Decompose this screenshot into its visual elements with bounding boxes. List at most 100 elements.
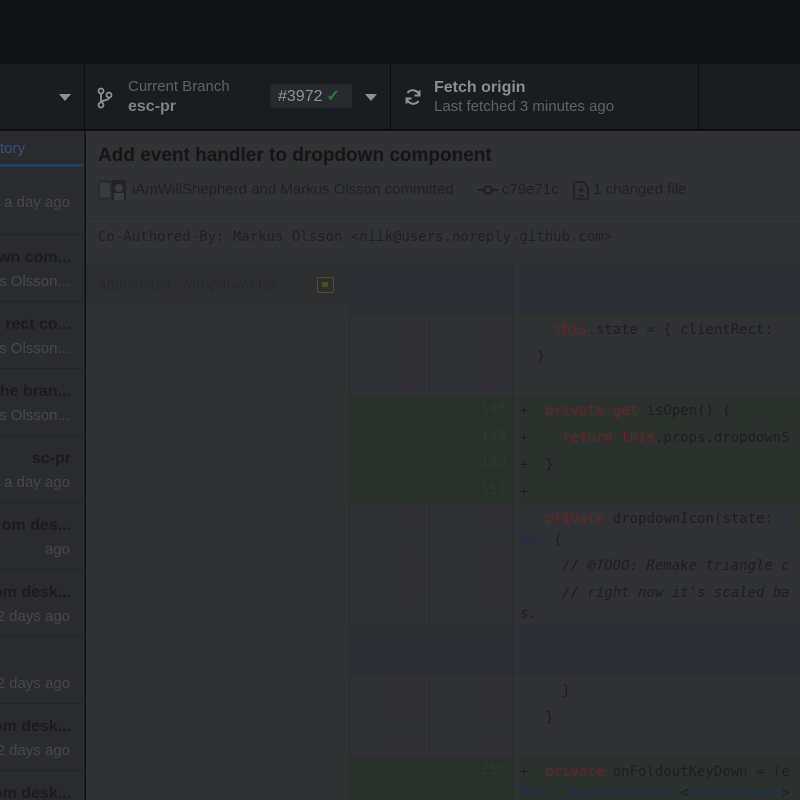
diff-line[interactable]: 150 154 // right now it's scaled ba s. (350, 578, 800, 625)
commit-summary: wn com... (0, 249, 71, 266)
commit-list-item[interactable]: wn com... s Olsson... (0, 235, 84, 302)
new-line-number: 153 (430, 551, 513, 578)
diff-line-code: + return this.props.dropdownS (520, 430, 790, 446)
commit-summary: om des... (1, 517, 71, 534)
file-diff-icon (573, 181, 589, 200)
changed-file-item[interactable]: app/src/ui/t.../dropdown.tsx (86, 265, 350, 303)
avatar (98, 180, 126, 200)
repository-selector[interactable] (0, 64, 85, 130)
diff-line-added[interactable]: 150 + } (350, 450, 800, 477)
commit-list-item[interactable]: a day ago (0, 168, 84, 235)
diff-line-code: } (520, 683, 571, 699)
commit-summary: om desk... (0, 584, 71, 601)
changed-files-count: 1 changed file (593, 181, 687, 198)
git-branch-icon (97, 87, 113, 109)
old-line-number: 146 (350, 342, 430, 369)
new-line-number (430, 264, 513, 315)
commit-list-item[interactable]: om des... ago (0, 503, 84, 570)
new-line-number (430, 625, 513, 676)
file-modified-icon (317, 277, 334, 293)
diff-line-code: } (520, 349, 546, 365)
sync-icon (405, 89, 421, 105)
commit-title: Add event handler to dropdown component (98, 145, 492, 166)
new-line-number: 256 (430, 757, 513, 800)
new-line-number: 150 (430, 450, 513, 477)
new-line-number: 151 (430, 477, 513, 504)
commit-meta: 2 days ago (0, 742, 70, 759)
diff-line-code: + } (520, 457, 554, 473)
old-line-number: 148 (350, 504, 430, 551)
diff-line-code (513, 369, 800, 396)
diff-line-code: // @TODO: Remake triangle c (520, 558, 790, 574)
old-line-number: 150 (350, 578, 430, 625)
tab-selected-indicator (0, 164, 83, 167)
commit-list-item[interactable]: 2 days ago (0, 637, 84, 704)
commit-summary: om desk... (0, 718, 71, 735)
diff-hunk-header[interactable]: @@ -145,6 +145,10 @@ export clas React.C… (350, 264, 800, 315)
diff-line-added[interactable]: 149 + return this.props.dropdownS (350, 423, 800, 450)
new-line-number: 254 (430, 703, 513, 730)
commit-meta: a day ago (4, 194, 70, 211)
commit-detail: Add event handler to dropdown component … (86, 131, 800, 800)
last-fetched-text: Last fetched 3 minutes ago (434, 98, 615, 115)
diff-line-code: + private onFoldoutKeyDown = (e React.Ke… (520, 764, 790, 800)
commit-list-item[interactable]: om desk... 2 days ago (0, 704, 84, 771)
commit-meta: 2 days ago (0, 608, 70, 625)
commit-summary: sc-pr (31, 450, 71, 467)
commit-list-item[interactable]: om desk... 2 days ago (0, 570, 84, 637)
diff-line[interactable]: 146 146 } (350, 342, 800, 369)
diff-line-code: // right now it's scaled ba s. (520, 585, 790, 622)
new-line-number: 152 (430, 504, 513, 551)
commit-sha[interactable]: c79e71c (502, 181, 559, 198)
diff-line-code: private dropdownIcon(state: D bol { (520, 511, 790, 548)
pull-request-badge[interactable]: #3972 ✓ (270, 84, 352, 108)
commit-meta: 2 days ago (0, 675, 70, 692)
diff-hunk-header[interactable]: @@ -249,6 +253,13 @@ export clas React.C… (350, 625, 800, 676)
fetch-origin-button[interactable]: Fetch origin Last fetched 3 minutes ago (391, 64, 699, 130)
commit-summary: rect co... (5, 316, 71, 333)
diff-line-added[interactable]: 148 + private get isOpen() { (350, 396, 800, 423)
commit-list-item[interactable]: om desk... (0, 771, 84, 800)
diff-line-code: + private get isOpen() { (520, 403, 731, 419)
changed-file-list: app/src/ui/t.../dropdown.tsx (86, 264, 350, 800)
tab-history-label: tory (0, 140, 26, 157)
diff-line[interactable]: 145 145 this.state = { clientRect: (350, 315, 800, 342)
current-branch-name: esc-pr (128, 98, 177, 115)
fetch-origin-title: Fetch origin (434, 79, 526, 96)
commit-list: a day ago wn com... s Olsson... rect co.… (0, 168, 84, 800)
new-line-number: 145 (430, 315, 513, 342)
commit-meta-row: iAmWillShepherd and Markus Olsson commit… (98, 179, 800, 201)
diff-line-code: + (520, 484, 529, 500)
diff-line[interactable]: 249 253 } (350, 676, 800, 703)
chevron-down-icon (59, 94, 71, 101)
diff-view: @@ -145,6 +145,10 @@ export clas React.C… (350, 264, 800, 800)
chevron-down-icon (365, 94, 377, 101)
new-line-number: 154 (430, 578, 513, 625)
diff-line-added[interactable]: 256 + private onFoldoutKeyDown = (e Reac… (350, 757, 800, 800)
new-line-number: 148 (430, 396, 513, 423)
pr-number: #3972 (278, 88, 323, 105)
diff-line-added[interactable]: 151 + (350, 477, 800, 504)
diff-line[interactable]: 147 147 (350, 369, 800, 396)
commit-list-item[interactable]: sc-pr a day ago (0, 436, 84, 503)
commit-summary: om desk... (0, 785, 71, 800)
window-titlebar (0, 0, 800, 64)
commit-authors: iAmWillShepherd and Markus Olsson commit… (132, 181, 454, 198)
diff-line[interactable]: 251 255 (350, 730, 800, 757)
tab-history[interactable]: tory (0, 131, 84, 167)
old-line-number: 249 (350, 676, 430, 703)
file-path: app/src/ui/t.../dropdown.tsx (98, 276, 278, 293)
history-sidebar: tory a day ago wn com... s Olsson... rec… (0, 131, 85, 800)
commit-meta: a day ago (4, 474, 70, 491)
commit-list-item[interactable]: he bran... s Olsson... (0, 369, 84, 436)
diff-line[interactable]: 149 153 // @TODO: Remake triangle c (350, 551, 800, 578)
divider (86, 218, 800, 219)
diff-line[interactable]: 148 152 private dropdownIcon(state: D bo… (350, 504, 800, 551)
diff-line-code: } (520, 710, 554, 726)
commit-list-item[interactable]: rect co... s Olsson... (0, 302, 84, 369)
toolbar: Current Branch esc-pr Fetch origin Last … (0, 64, 800, 130)
diff-line-code: @@ -249,6 +253,13 @@ export clas React.C… (520, 628, 790, 665)
diff-line[interactable]: 250 254 } (350, 703, 800, 730)
new-line-number: 255 (430, 730, 513, 757)
old-line-number (350, 450, 430, 477)
